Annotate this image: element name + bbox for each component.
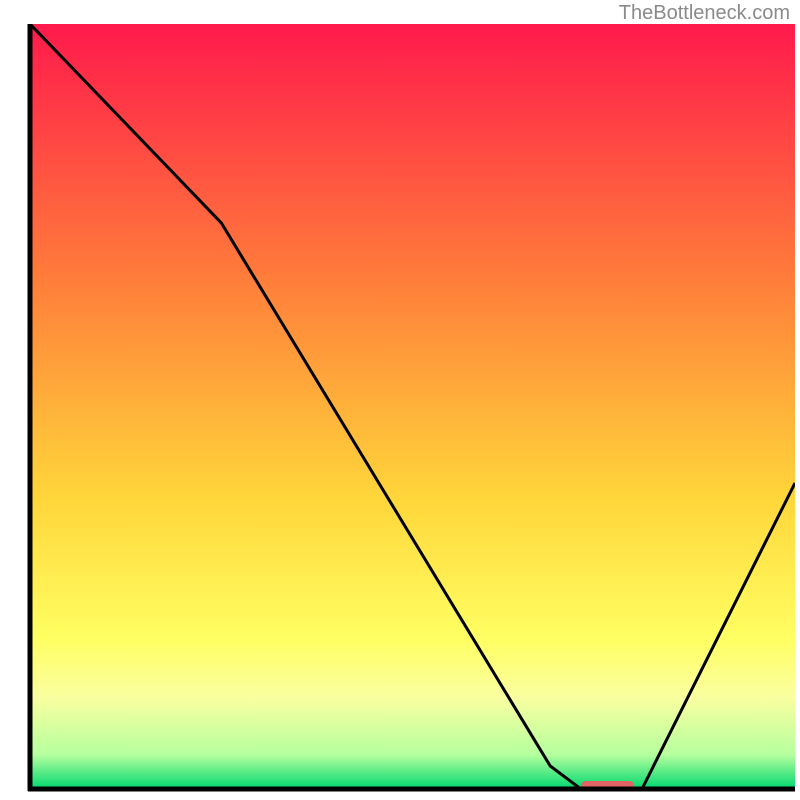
watermark-text: TheBottleneck.com — [619, 2, 790, 25]
background-gradient — [30, 24, 795, 789]
bottleneck-chart — [0, 0, 800, 800]
chart-container: TheBottleneck.com — [0, 0, 800, 800]
